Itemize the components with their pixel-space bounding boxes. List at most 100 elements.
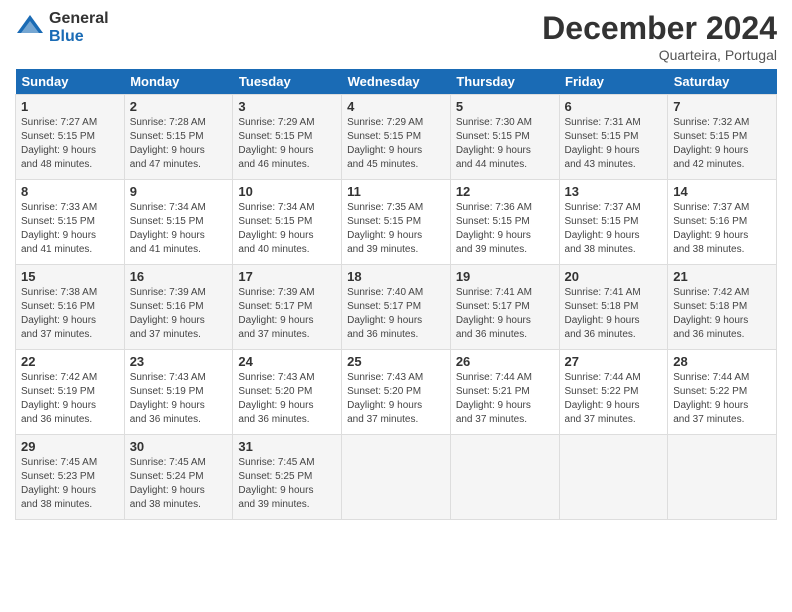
table-row: 5 Sunrise: 7:30 AM Sunset: 5:15 PM Daylig… bbox=[450, 95, 559, 180]
day-info: Sunrise: 7:43 AM Sunset: 5:19 PM Dayligh… bbox=[130, 371, 228, 427]
day-number: 12 bbox=[456, 184, 554, 199]
day-info: Sunrise: 7:33 AM Sunset: 5:15 PM Dayligh… bbox=[21, 201, 119, 257]
day-number: 1 bbox=[21, 99, 119, 114]
logo-blue: Blue bbox=[49, 28, 109, 46]
table-row: 16Sunrise: 7:39 AM Sunset: 5:16 PM Dayli… bbox=[124, 265, 233, 350]
day-number: 6 bbox=[565, 99, 663, 114]
calendar-container: General Blue December 2024 Quarteira, Po… bbox=[0, 0, 792, 530]
table-row bbox=[450, 435, 559, 520]
logo-icon bbox=[15, 13, 45, 43]
location-subtitle: Quarteira, Portugal bbox=[542, 47, 777, 63]
table-row: 1Sunrise: 7:27 AM Sunset: 5:15 PM Daylig… bbox=[16, 95, 125, 180]
day-number: 21 bbox=[673, 269, 771, 284]
table-row: 23 Sunrise: 7:43 AM Sunset: 5:19 PM Dayli… bbox=[124, 350, 233, 435]
day-number: 18 bbox=[347, 269, 445, 284]
day-info: Sunrise: 7:45 AM Sunset: 5:25 PM Dayligh… bbox=[238, 456, 336, 512]
header-row: General Blue December 2024 Quarteira, Po… bbox=[15, 10, 777, 63]
table-row: 17Sunrise: 7:39 AM Sunset: 5:17 PM Dayli… bbox=[233, 265, 342, 350]
day-info: Sunrise: 7:42 AM Sunset: 5:19 PM Dayligh… bbox=[21, 371, 119, 427]
header-friday: Friday bbox=[559, 69, 668, 95]
table-row: 26 Sunrise: 7:44 AM Sunset: 5:21 PM Dayli… bbox=[450, 350, 559, 435]
day-info: Sunrise: 7:41 AM Sunset: 5:18 PM Dayligh… bbox=[565, 286, 663, 342]
table-row: 3 Sunrise: 7:29 AM Sunset: 5:15 PM Daylig… bbox=[233, 95, 342, 180]
logo: General Blue bbox=[15, 10, 109, 45]
day-info: Sunrise: 7:39 AM Sunset: 5:16 PM Dayligh… bbox=[130, 286, 228, 342]
day-info: Sunrise: 7:39 AM Sunset: 5:17 PM Dayligh… bbox=[238, 286, 336, 342]
day-number: 2 bbox=[130, 99, 228, 114]
day-info: Sunrise: 7:37 AM Sunset: 5:16 PM Dayligh… bbox=[673, 201, 771, 257]
day-number: 15 bbox=[21, 269, 119, 284]
day-number: 27 bbox=[565, 354, 663, 369]
day-number: 5 bbox=[456, 99, 554, 114]
table-row: 18 Sunrise: 7:40 AM Sunset: 5:17 PM Dayli… bbox=[342, 265, 451, 350]
header-sunday: Sunday bbox=[16, 69, 125, 95]
table-row: 15 Sunrise: 7:38 AM Sunset: 5:16 PM Dayli… bbox=[16, 265, 125, 350]
day-number: 29 bbox=[21, 439, 119, 454]
table-row: 27Sunrise: 7:44 AM Sunset: 5:22 PM Dayli… bbox=[559, 350, 668, 435]
day-number: 8 bbox=[21, 184, 119, 199]
day-info: Sunrise: 7:31 AM Sunset: 5:15 PM Dayligh… bbox=[565, 116, 663, 172]
day-number: 19 bbox=[456, 269, 554, 284]
table-row: 31Sunrise: 7:45 AM Sunset: 5:25 PM Dayli… bbox=[233, 435, 342, 520]
table-row bbox=[342, 435, 451, 520]
day-number: 23 bbox=[130, 354, 228, 369]
day-info: Sunrise: 7:42 AM Sunset: 5:18 PM Dayligh… bbox=[673, 286, 771, 342]
table-row: 19Sunrise: 7:41 AM Sunset: 5:17 PM Dayli… bbox=[450, 265, 559, 350]
day-info: Sunrise: 7:43 AM Sunset: 5:20 PM Dayligh… bbox=[238, 371, 336, 427]
day-info: Sunrise: 7:34 AM Sunset: 5:15 PM Dayligh… bbox=[238, 201, 336, 257]
day-info: Sunrise: 7:43 AM Sunset: 5:20 PM Dayligh… bbox=[347, 371, 445, 427]
table-row: 12 Sunrise: 7:36 AM Sunset: 5:15 PM Dayli… bbox=[450, 180, 559, 265]
day-info: Sunrise: 7:29 AM Sunset: 5:15 PM Dayligh… bbox=[238, 116, 336, 172]
day-number: 26 bbox=[456, 354, 554, 369]
day-number: 28 bbox=[673, 354, 771, 369]
calendar-table: Sunday Monday Tuesday Wednesday Thursday… bbox=[15, 69, 777, 520]
day-number: 30 bbox=[130, 439, 228, 454]
day-info: Sunrise: 7:32 AM Sunset: 5:15 PM Dayligh… bbox=[673, 116, 771, 172]
table-row: 7 Sunrise: 7:32 AM Sunset: 5:15 PM Daylig… bbox=[668, 95, 777, 180]
month-title: December 2024 bbox=[542, 10, 777, 47]
day-number: 3 bbox=[238, 99, 336, 114]
day-number: 4 bbox=[347, 99, 445, 114]
day-number: 20 bbox=[565, 269, 663, 284]
table-row: 30 Sunrise: 7:45 AM Sunset: 5:24 PM Dayli… bbox=[124, 435, 233, 520]
header-monday: Monday bbox=[124, 69, 233, 95]
table-row: 28 Sunrise: 7:44 AM Sunset: 5:22 PM Dayli… bbox=[668, 350, 777, 435]
table-row: 2 Sunrise: 7:28 AM Sunset: 5:15 PM Daylig… bbox=[124, 95, 233, 180]
header-saturday: Saturday bbox=[668, 69, 777, 95]
table-row bbox=[668, 435, 777, 520]
title-block: December 2024 Quarteira, Portugal bbox=[542, 10, 777, 63]
day-number: 22 bbox=[21, 354, 119, 369]
header-wednesday: Wednesday bbox=[342, 69, 451, 95]
day-number: 25 bbox=[347, 354, 445, 369]
day-info: Sunrise: 7:30 AM Sunset: 5:15 PM Dayligh… bbox=[456, 116, 554, 172]
table-row: 22 Sunrise: 7:42 AM Sunset: 5:19 PM Dayli… bbox=[16, 350, 125, 435]
table-row: 8 Sunrise: 7:33 AM Sunset: 5:15 PM Daylig… bbox=[16, 180, 125, 265]
day-number: 14 bbox=[673, 184, 771, 199]
table-row: 14 Sunrise: 7:37 AM Sunset: 5:16 PM Dayli… bbox=[668, 180, 777, 265]
day-info: Sunrise: 7:36 AM Sunset: 5:15 PM Dayligh… bbox=[456, 201, 554, 257]
table-row: 10 Sunrise: 7:34 AM Sunset: 5:15 PM Dayli… bbox=[233, 180, 342, 265]
day-number: 7 bbox=[673, 99, 771, 114]
header-thursday: Thursday bbox=[450, 69, 559, 95]
day-info: Sunrise: 7:37 AM Sunset: 5:15 PM Dayligh… bbox=[565, 201, 663, 257]
day-info: Sunrise: 7:29 AM Sunset: 5:15 PM Dayligh… bbox=[347, 116, 445, 172]
header-tuesday: Tuesday bbox=[233, 69, 342, 95]
day-number: 10 bbox=[238, 184, 336, 199]
logo-text: General Blue bbox=[49, 10, 109, 45]
day-info: Sunrise: 7:45 AM Sunset: 5:24 PM Dayligh… bbox=[130, 456, 228, 512]
day-info: Sunrise: 7:38 AM Sunset: 5:16 PM Dayligh… bbox=[21, 286, 119, 342]
day-info: Sunrise: 7:45 AM Sunset: 5:23 PM Dayligh… bbox=[21, 456, 119, 512]
day-number: 24 bbox=[238, 354, 336, 369]
table-row: 13 Sunrise: 7:37 AM Sunset: 5:15 PM Dayli… bbox=[559, 180, 668, 265]
table-row: 24 Sunrise: 7:43 AM Sunset: 5:20 PM Dayli… bbox=[233, 350, 342, 435]
day-info: Sunrise: 7:34 AM Sunset: 5:15 PM Dayligh… bbox=[130, 201, 228, 257]
day-info: Sunrise: 7:44 AM Sunset: 5:22 PM Dayligh… bbox=[673, 371, 771, 427]
day-info: Sunrise: 7:28 AM Sunset: 5:15 PM Dayligh… bbox=[130, 116, 228, 172]
table-row bbox=[559, 435, 668, 520]
day-number: 11 bbox=[347, 184, 445, 199]
day-info: Sunrise: 7:40 AM Sunset: 5:17 PM Dayligh… bbox=[347, 286, 445, 342]
table-row: 11Sunrise: 7:35 AM Sunset: 5:15 PM Dayli… bbox=[342, 180, 451, 265]
day-info: Sunrise: 7:44 AM Sunset: 5:21 PM Dayligh… bbox=[456, 371, 554, 427]
table-row: 9Sunrise: 7:34 AM Sunset: 5:15 PM Daylig… bbox=[124, 180, 233, 265]
day-number: 13 bbox=[565, 184, 663, 199]
